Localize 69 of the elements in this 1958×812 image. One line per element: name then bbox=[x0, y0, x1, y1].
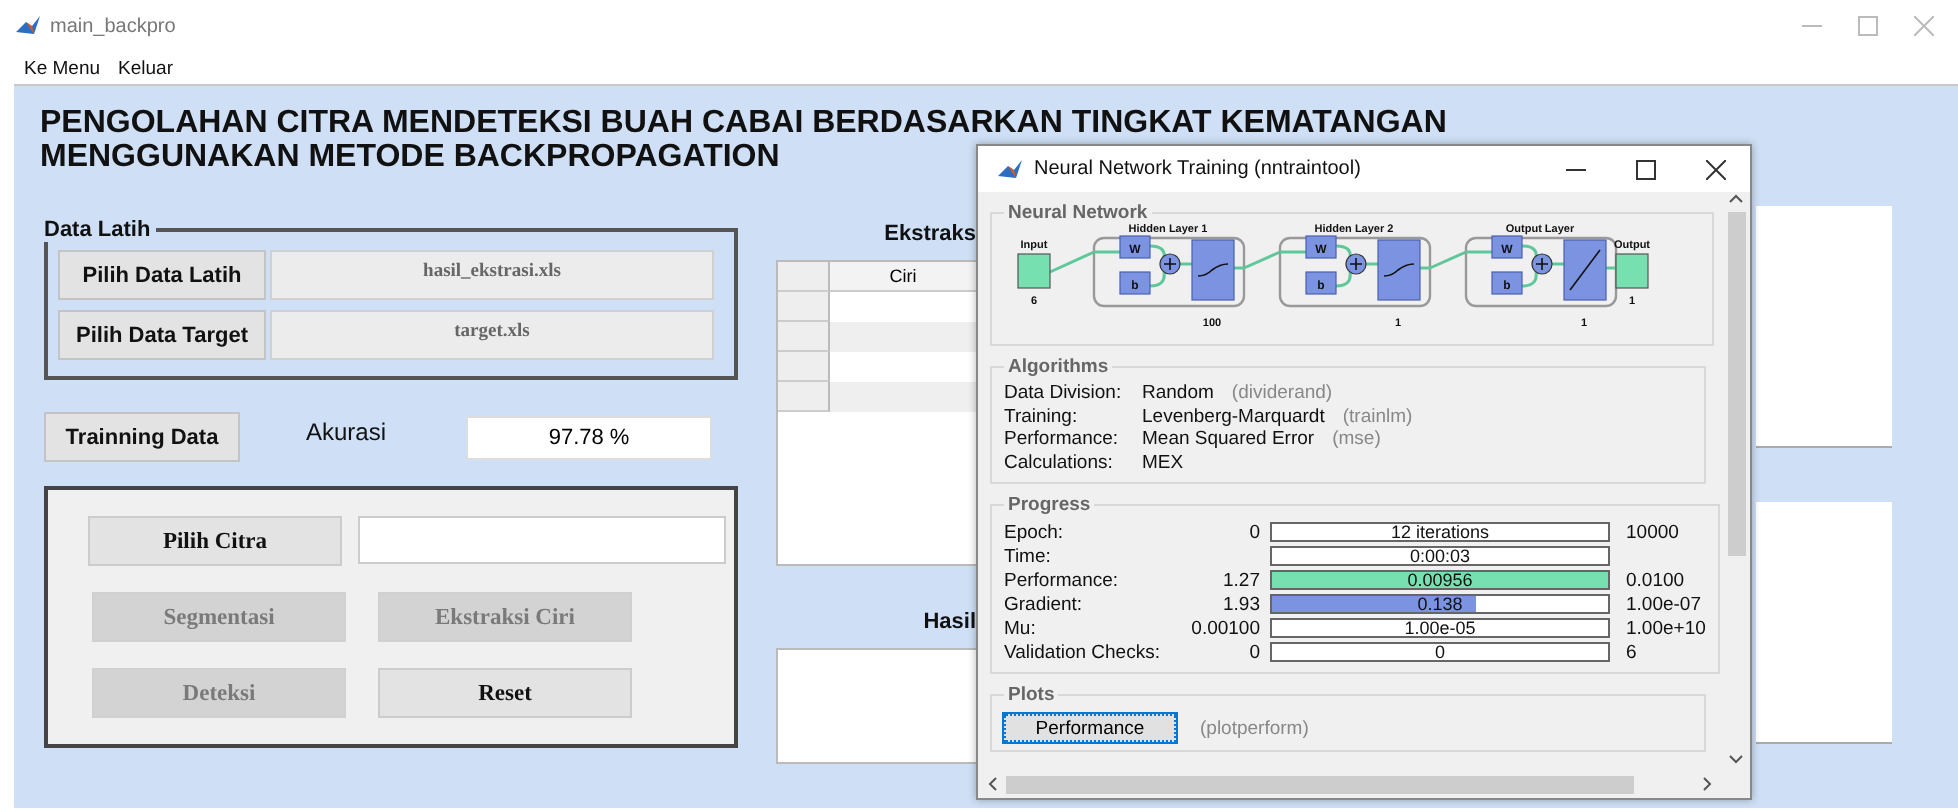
progress-label: Epoch: bbox=[1004, 521, 1066, 543]
group-title: Algorithms bbox=[1006, 356, 1111, 378]
progress-value: 0.00956 bbox=[1405, 572, 1475, 588]
choose-image-button[interactable]: Pilih Citra bbox=[88, 516, 342, 566]
window-title: main_backpro bbox=[50, 15, 176, 37]
group-title: Plots bbox=[1006, 684, 1057, 706]
start-value: 0.00100 bbox=[1191, 617, 1260, 639]
progress-value: 0:00:03 bbox=[1407, 548, 1473, 564]
algorithm-label: Calculations: bbox=[1004, 451, 1115, 474]
vertical-scrollbar[interactable] bbox=[1722, 192, 1750, 770]
target-value: 6 bbox=[1626, 641, 1637, 663]
progress-value: 12 iterations bbox=[1388, 524, 1492, 540]
file-field: hasil_ekstrasi.xls bbox=[270, 250, 714, 300]
function-name: (mse) bbox=[1332, 428, 1381, 451]
action-button[interactable]: Reset bbox=[378, 668, 632, 718]
algorithm-label: Performance: bbox=[1004, 428, 1121, 451]
file-button[interactable]: Pilih Data Target bbox=[58, 310, 266, 360]
algorithm-label: Data Division: bbox=[1004, 382, 1124, 405]
accuracy-field: 97.78 % bbox=[466, 415, 713, 459]
heading: MENGGUNAKAN METODE BACKPROPAGATION bbox=[40, 140, 780, 174]
start-value: 1.93 bbox=[1223, 593, 1260, 615]
plot-button[interactable]: Performance bbox=[1004, 714, 1176, 742]
algorithm-value: Random bbox=[1142, 382, 1214, 405]
scroll-up-icon[interactable] bbox=[1728, 192, 1744, 204]
target-value: 1.00e-07 bbox=[1626, 593, 1702, 615]
heading: PENGOLAHAN CITRA MENDETEKSI BUAH CABAI BERDASARKAN TINGKAT KEMATANGAN bbox=[40, 106, 1447, 140]
group-title: Data Latih bbox=[44, 218, 153, 242]
file-button[interactable]: Pilih Data Latih bbox=[58, 250, 266, 300]
scroll-down-icon[interactable] bbox=[1728, 754, 1744, 766]
app-icon bbox=[16, 16, 40, 36]
progress-value: 0.138 bbox=[1415, 596, 1465, 612]
image-path-field[interactable] bbox=[358, 516, 726, 564]
section-title: Ekstraks bbox=[884, 222, 976, 246]
function-name: (plotperform) bbox=[1200, 717, 1309, 739]
progress-value: 0 bbox=[1432, 644, 1447, 660]
start-value: 0 bbox=[1249, 641, 1260, 663]
scroll-right-icon[interactable] bbox=[1702, 776, 1714, 792]
target-value: 1.00e+10 bbox=[1626, 617, 1706, 639]
start-value: 0 bbox=[1249, 521, 1260, 543]
horizontal-scrollbar[interactable] bbox=[978, 770, 1722, 798]
dialog-title: Neural Network Training (nntraintool) bbox=[1034, 158, 1361, 180]
file-field: target.xls bbox=[270, 310, 714, 360]
close-icon[interactable] bbox=[1706, 159, 1726, 179]
accuracy-label: Akurasi bbox=[306, 417, 387, 445]
start-value: 1.27 bbox=[1223, 569, 1260, 591]
target-value: 10000 bbox=[1626, 521, 1679, 543]
app-icon bbox=[998, 159, 1022, 179]
menu-item[interactable]: Ke Menu bbox=[24, 57, 101, 79]
function-name: (trainlm) bbox=[1342, 405, 1413, 428]
algorithm-value: Levenberg-Marquardt bbox=[1142, 405, 1325, 428]
progress-label: Time: bbox=[1004, 545, 1053, 567]
scroll-left-icon[interactable] bbox=[986, 776, 998, 792]
column-header: Ciri bbox=[830, 262, 976, 292]
train-button[interactable]: Trainning Data bbox=[44, 412, 240, 462]
algorithm-value: MEX bbox=[1142, 451, 1184, 474]
progress-label: Validation Checks: bbox=[1004, 641, 1162, 663]
algorithm-value: Mean Squared Error bbox=[1142, 428, 1315, 451]
group-title: Progress bbox=[1006, 494, 1093, 516]
progress-label: Gradient: bbox=[1004, 593, 1085, 615]
target-value: 0.0100 bbox=[1626, 569, 1685, 591]
function-name: (dividerand) bbox=[1231, 382, 1333, 405]
group-title: Neural Network bbox=[1006, 202, 1150, 224]
progress-label: Mu: bbox=[1004, 617, 1038, 639]
menu-item[interactable]: Keluar bbox=[118, 57, 173, 79]
section-title: Hasil bbox=[923, 610, 976, 634]
progress-value: 1.00e-05 bbox=[1402, 620, 1478, 636]
progress-label: Performance: bbox=[1004, 569, 1121, 591]
maximize-icon[interactable] bbox=[1636, 159, 1656, 179]
algorithm-label: Training: bbox=[1004, 405, 1080, 428]
